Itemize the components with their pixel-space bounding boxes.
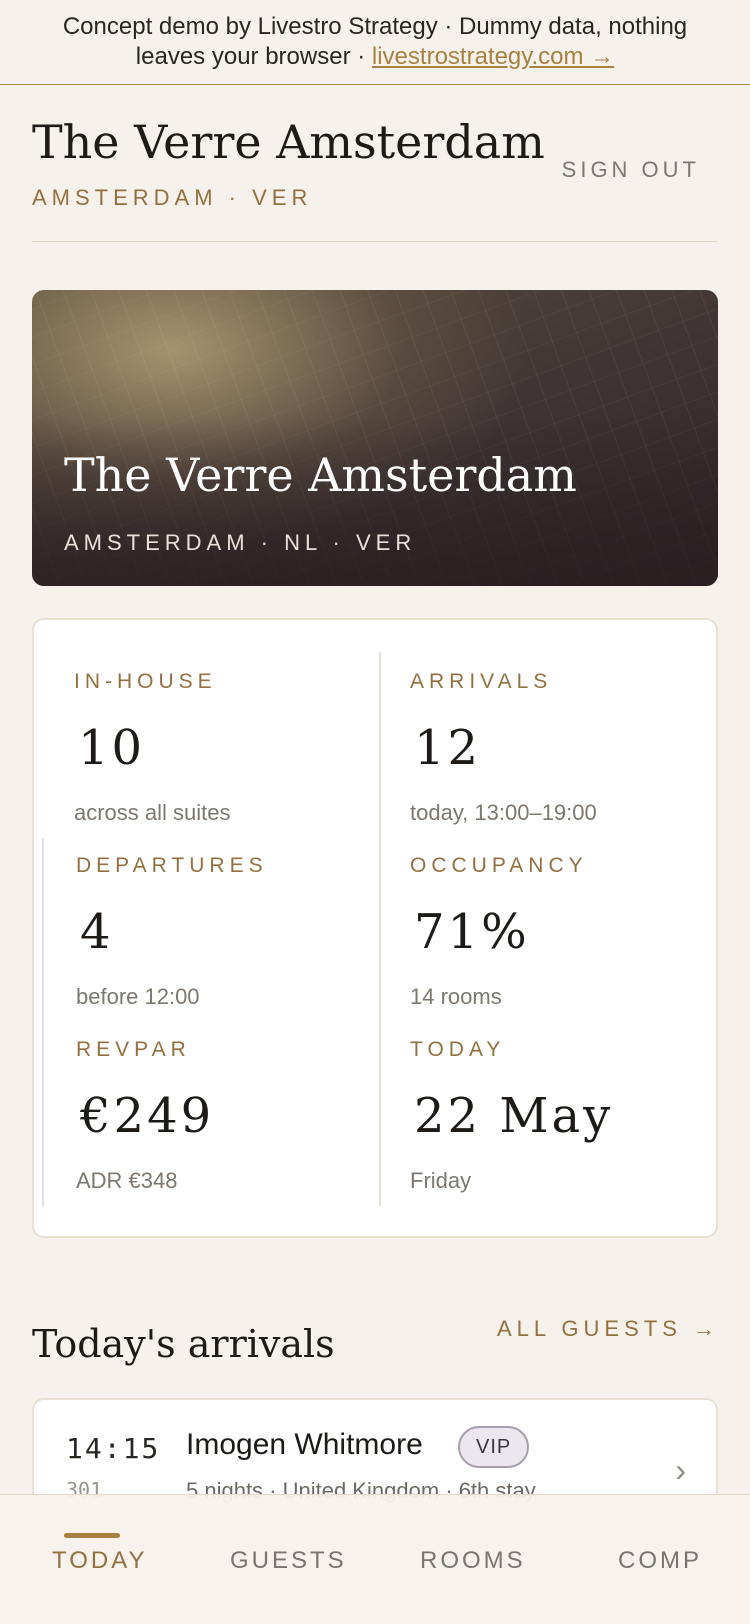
stat-note: across all suites <box>74 800 231 825</box>
page-subtitle: AMSTERDAM · VER <box>32 185 313 210</box>
stat-label: ARRIVALS <box>410 670 553 693</box>
stat-departures: DEPARTURES 4 before 12:00 <box>76 854 376 1009</box>
tab-guests[interactable]: GUESTS <box>230 1547 347 1575</box>
hero-title: The Verre Amsterdam <box>64 448 577 502</box>
stat-in-house: IN-HOUSE 10 across all suites <box>74 670 374 825</box>
stats-column-divider <box>379 652 381 1206</box>
stat-occupancy: OCCUPANCY 71% 14 rooms <box>410 854 710 1009</box>
all-guests-link[interactable]: ALL GUESTS → <box>497 1316 720 1342</box>
page-header: The Verre Amsterdam AMSTERDAM · VER SIGN… <box>32 85 718 242</box>
bottom-nav: TODAY GUESTS ROOMS COMP <box>0 1494 750 1624</box>
tab-today[interactable]: TODAY <box>52 1547 147 1575</box>
guest-name: Imogen Whitmore <box>186 1428 423 1461</box>
stat-value: 10 <box>78 720 146 776</box>
stat-today: TODAY 22 May Friday <box>410 1038 710 1193</box>
tab-rooms[interactable]: ROOMS <box>420 1547 526 1575</box>
sign-out-button[interactable]: SIGN OUT <box>562 157 700 183</box>
stat-note: Friday <box>410 1168 472 1193</box>
stat-note: ADR €348 <box>76 1168 178 1193</box>
stats-left-rule <box>42 838 44 1206</box>
stat-value: 12 <box>414 720 482 776</box>
stat-value: €249 <box>80 1088 215 1144</box>
stats-card: IN-HOUSE 10 across all suites ARRIVALS 1… <box>32 618 718 1238</box>
stat-label: OCCUPANCY <box>410 854 588 877</box>
stat-note: 14 rooms <box>410 984 502 1009</box>
stat-arrivals: ARRIVALS 12 today, 13:00–19:00 <box>410 670 710 825</box>
stat-value: 71% <box>414 904 530 960</box>
stat-label: DEPARTURES <box>76 854 268 877</box>
active-tab-indicator <box>64 1533 120 1538</box>
hero-subtitle: AMSTERDAM · NL · VER <box>64 530 417 555</box>
arrivals-heading: Today's arrivals <box>32 1322 335 1366</box>
banner-link[interactable]: livestrostrategy.com → <box>372 43 614 70</box>
demo-banner: Concept demo by Livestro Strategy · Dumm… <box>0 0 750 85</box>
stat-value: 4 <box>80 904 114 960</box>
stat-label: IN-HOUSE <box>74 670 217 693</box>
vip-badge: VIP <box>458 1426 530 1468</box>
stat-note: before 12:00 <box>76 984 200 1009</box>
tab-comp[interactable]: COMP <box>618 1547 702 1575</box>
arrival-time: 14:15 <box>66 1432 161 1465</box>
stat-revpar: REVPAR €249 ADR €348 <box>76 1038 376 1193</box>
stat-value: 22 May <box>414 1088 614 1144</box>
hero-banner: The Verre Amsterdam AMSTERDAM · NL · VER <box>32 290 718 586</box>
stat-label: REVPAR <box>76 1038 191 1061</box>
page-title: The Verre Amsterdam <box>32 115 545 169</box>
chevron-right-icon: › <box>675 1452 686 1488</box>
stat-label: TODAY <box>410 1038 506 1061</box>
stat-note: today, 13:00–19:00 <box>410 800 597 825</box>
